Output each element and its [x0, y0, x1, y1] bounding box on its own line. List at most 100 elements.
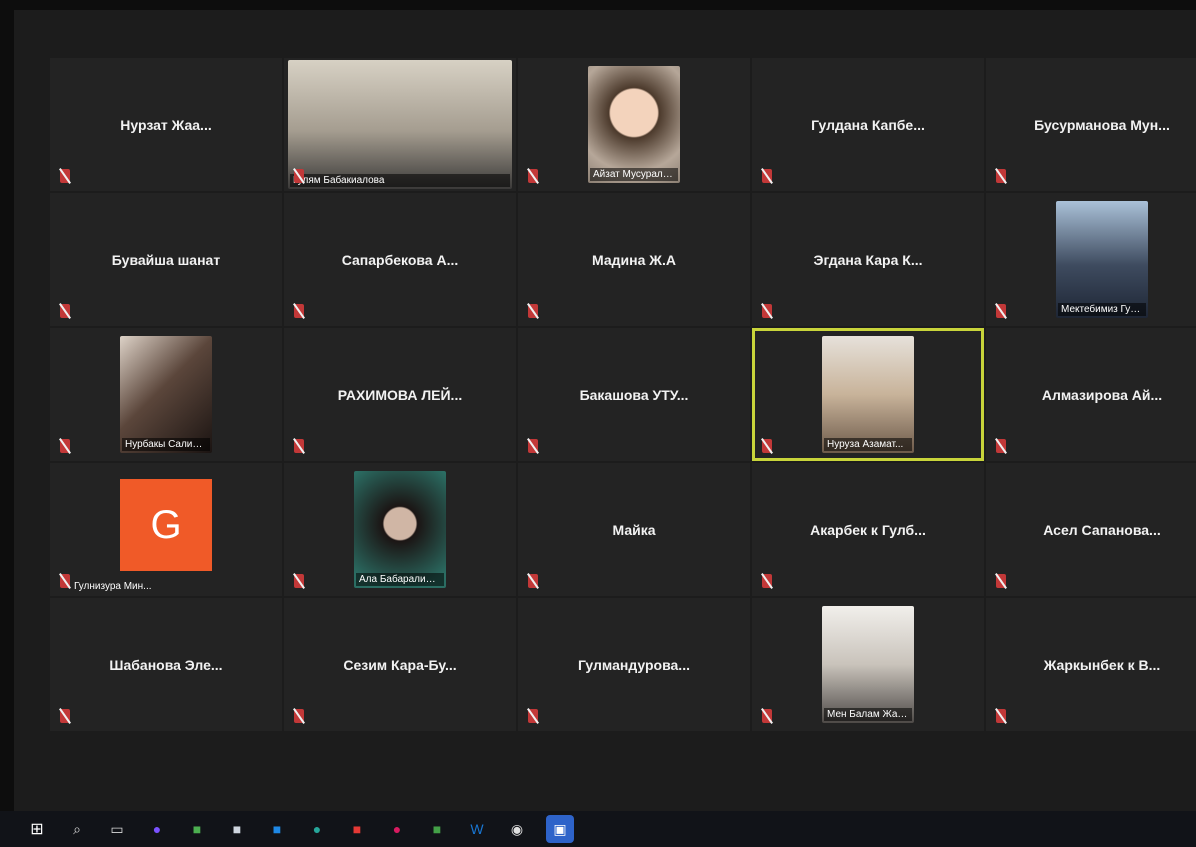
mic-muted-icon [528, 304, 538, 318]
participant-tile[interactable]: Эгдана Кара К... [752, 193, 984, 326]
participant-name: Айзат Мусуралиева [590, 168, 678, 181]
mic-muted-icon [60, 709, 70, 723]
sheets-icon[interactable]: ■ [426, 818, 448, 840]
participant-name: Мен Балам Жаны [824, 708, 912, 721]
participant-name: Шабанова Эле... [109, 656, 223, 673]
participant-name: Сезим Кара-Бу... [343, 656, 457, 673]
word-icon[interactable]: W [466, 818, 488, 840]
participant-tile[interactable]: Мектебимиз Гур... [986, 193, 1196, 326]
participant-tile[interactable]: Бувайша шанат [50, 193, 282, 326]
participant-name: Бусурманова Мун... [1034, 116, 1170, 133]
avatar: G [120, 479, 212, 571]
store-icon[interactable]: ■ [226, 818, 248, 840]
mic-muted-icon [294, 709, 304, 723]
participant-tile[interactable]: Айзат Мусуралиева [518, 58, 750, 191]
mic-muted-icon [294, 439, 304, 453]
participant-tile[interactable]: Ала Бабаралиева [284, 463, 516, 596]
participant-tile[interactable]: Асел Сапанова... [986, 463, 1196, 596]
zoom-meeting-window: Нурзат Жаа... Гулям Бабакиалова Айзат Мусу… [14, 10, 1196, 818]
windows-start-icon[interactable]: ⊞ [26, 818, 48, 840]
participant-tile[interactable]: РАХИМОВА ЛЕЙ... [284, 328, 516, 461]
participant-tile[interactable]: Жаркынбек к В... [986, 598, 1196, 731]
mic-muted-icon [996, 439, 1006, 453]
task-view-icon[interactable]: ▭ [106, 818, 128, 840]
participant-name: Мадина Ж.А [592, 251, 676, 268]
mic-muted-icon [996, 304, 1006, 318]
mail-icon[interactable]: ■ [266, 818, 288, 840]
mic-muted-icon [762, 304, 772, 318]
participant-name: Акарбек к Гулб... [810, 521, 926, 538]
mic-muted-icon [528, 439, 538, 453]
participant-video: Айзат Мусуралиева [588, 66, 680, 183]
participant-name: Нурзат Жаа... [120, 116, 212, 133]
app-green-icon[interactable]: ■ [186, 818, 208, 840]
participant-video: Мектебимиз Гур... [1056, 201, 1148, 318]
participant-tile[interactable]: Мадина Ж.А [518, 193, 750, 326]
participant-name: Нурбакы Салим... [122, 438, 210, 451]
mic-muted-icon [60, 169, 70, 183]
gallery-grid: Нурзат Жаа... Гулям Бабакиалова Айзат Мусу… [50, 58, 1196, 731]
participant-video: Гулям Бабакиалова [288, 60, 512, 189]
mic-muted-icon [996, 709, 1006, 723]
participant-name: Гулям Бабакиалова [290, 174, 510, 187]
edge-icon[interactable]: ● [306, 818, 328, 840]
participant-name: Гулдана Капбе... [811, 116, 925, 133]
participant-name: Эгдана Кара К... [813, 251, 923, 268]
app-pink-icon[interactable]: ● [386, 818, 408, 840]
mic-muted-icon [762, 574, 772, 588]
mic-muted-icon [996, 169, 1006, 183]
mic-muted-icon [762, 439, 772, 453]
participant-tile[interactable]: Бакашова УТУ... [518, 328, 750, 461]
participant-tile[interactable]: Сезим Кара-Бу... [284, 598, 516, 731]
search-icon[interactable]: ⌕ [66, 818, 88, 840]
participant-video: Мен Балам Жаны [822, 606, 914, 723]
participant-name: Жаркынбек к В... [1043, 656, 1161, 673]
participant-tile[interactable]: Шабанова Эле... [50, 598, 282, 731]
participant-tile[interactable]: Нуруза Азамат... [752, 328, 984, 461]
chrome-icon[interactable]: ◉ [506, 818, 528, 840]
mic-muted-icon [294, 304, 304, 318]
mic-muted-icon [60, 304, 70, 318]
mic-muted-icon [762, 709, 772, 723]
participant-tile[interactable]: Гулдана Капбе... [752, 58, 984, 191]
participant-tile[interactable]: Гулмандурова... [518, 598, 750, 731]
mic-muted-icon [60, 574, 70, 588]
mic-muted-icon [762, 169, 772, 183]
participant-name: Бакашова УТУ... [579, 386, 689, 403]
mic-muted-icon [294, 169, 304, 183]
participant-video: Ала Бабаралиева [354, 471, 446, 588]
participant-name: Бувайша шанат [111, 251, 221, 268]
participant-tile[interactable]: Бусурманова Мун... [986, 58, 1196, 191]
participant-video: Нуруза Азамат... [822, 336, 914, 453]
app-red-icon[interactable]: ■ [346, 818, 368, 840]
participant-tile[interactable]: Гулям Бабакиалова [284, 58, 516, 191]
participant-name: Асел Сапанова... [1043, 521, 1161, 538]
participant-name: Нуруза Азамат... [824, 438, 912, 451]
app-purple-icon[interactable]: ● [146, 818, 168, 840]
participant-tile[interactable]: Сапарбекова А... [284, 193, 516, 326]
participant-name: РАХИМОВА ЛЕЙ... [337, 386, 463, 403]
mic-muted-icon [528, 574, 538, 588]
zoom-icon[interactable]: ▣ [546, 815, 574, 843]
participant-name: Мектебимиз Гур... [1058, 303, 1146, 316]
participant-tile[interactable]: G Гулнизура Мин... [50, 463, 282, 596]
mic-muted-icon [996, 574, 1006, 588]
participant-tile[interactable]: Алмазирова Ай... [986, 328, 1196, 461]
participant-tile[interactable]: Мен Балам Жаны [752, 598, 984, 731]
participant-name: Сапарбекова А... [341, 251, 459, 268]
mic-muted-icon [528, 709, 538, 723]
participant-tile[interactable]: Нурзат Жаа... [50, 58, 282, 191]
participant-video: Нурбакы Салим... [120, 336, 212, 453]
participant-tile[interactable]: Акарбек к Гулб... [752, 463, 984, 596]
participant-name: Гулнизура Мин... [74, 581, 152, 592]
mic-muted-icon [60, 439, 70, 453]
participant-tile[interactable]: Майка [518, 463, 750, 596]
participant-name: Майка [612, 521, 656, 538]
mic-muted-icon [294, 574, 304, 588]
participant-tile[interactable]: Нурбакы Салим... [50, 328, 282, 461]
participant-name: Ала Бабаралиева [356, 573, 444, 586]
mic-muted-icon [528, 169, 538, 183]
participant-name: Алмазирова Ай... [1041, 386, 1163, 403]
participant-name: Гулмандурова... [578, 656, 690, 673]
windows-taskbar: ⊞ ⌕ ▭ ● ■ ■ ■ ● ■ ● ■ W ◉ ▣ [0, 811, 1196, 847]
